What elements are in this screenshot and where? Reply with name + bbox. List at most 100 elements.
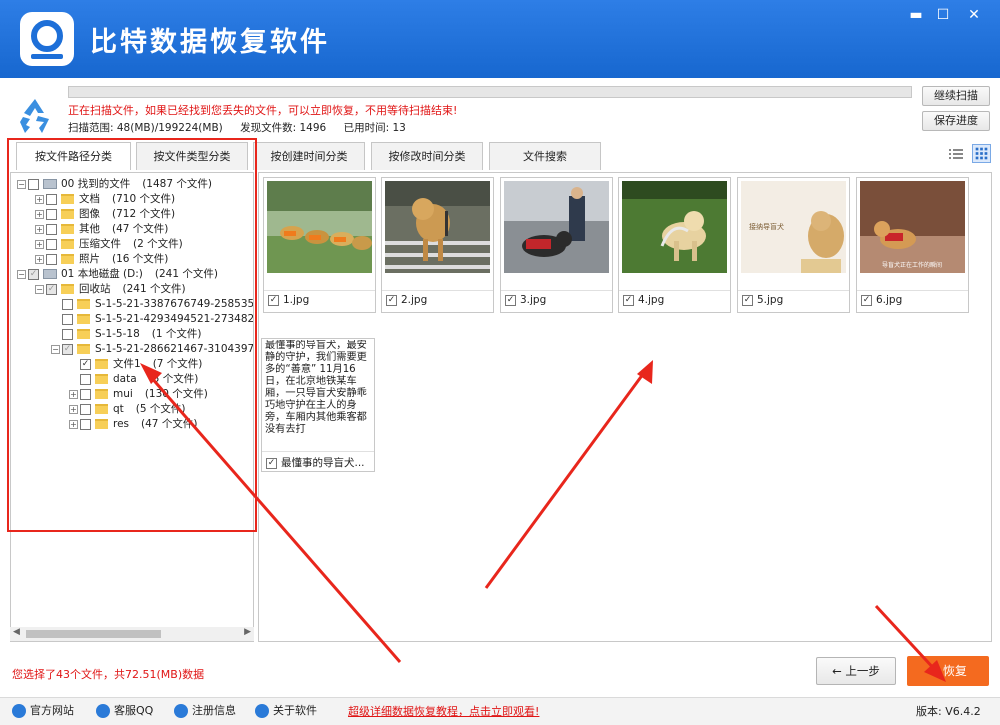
expand-toggle-icon[interactable]: + [69,404,78,414]
file-card[interactable]: ✓ 1.jpg [263,177,376,313]
expand-toggle-icon[interactable]: + [35,254,44,264]
expand-toggle-icon[interactable]: + [35,239,44,249]
expand-toggle-icon[interactable]: + [69,419,78,429]
tree-item[interactable]: S-1-5-21-4293494521-27348211 [51,312,253,327]
file-checkbox[interactable]: ✓ [266,457,277,469]
file-checkbox[interactable]: ✓ [505,294,516,306]
tree-checkbox[interactable] [28,178,39,190]
about-link[interactable]: 关于软件 [255,702,317,718]
tree-item[interactable]: ✓ 文件1 (7 个文件) [69,357,202,372]
tutorial-link[interactable]: 超级详细数据恢复教程，点击立即观看! [348,703,539,719]
tree-item[interactable]: + 其他 (47 个文件) [35,222,168,237]
file-checkbox[interactable]: ✓ [386,294,397,306]
tree-checkbox[interactable] [46,208,57,220]
tree-item[interactable]: − 00 找到的文件 (1487 个文件) [17,177,212,192]
tree-checkbox[interactable] [62,313,73,325]
tree-checkbox[interactable]: ✓ [62,343,73,355]
tree-item[interactable]: + mui (130 个文件) [69,387,208,402]
scroll-left-icon[interactable]: ◀ [13,627,20,637]
recover-button[interactable]: ⟳ 恢复 [907,656,989,686]
expand-toggle-icon[interactable]: + [69,389,78,399]
save-progress-button[interactable]: 保存进度 [922,111,990,131]
tree-item-count: (712 个文件) [112,208,176,220]
file-card[interactable]: 接纳导盲犬 ✓ 5.jpg [737,177,850,313]
tree-checkbox[interactable]: ✓ [28,268,39,280]
tree-item-count: (241 个文件) [122,283,186,295]
expand-toggle-icon[interactable]: − [35,284,44,294]
qq-support-link[interactable]: 客服QQ [96,702,153,718]
text-file-card[interactable]: 最懂事的导盲犬，最安静的守护，我们需要更多的“善意” 11月16日，在北京地铁某… [261,338,375,472]
tree-item[interactable]: + res (47 个文件) [69,417,197,432]
tab-by-type[interactable]: 按文件类型分类 [136,142,248,170]
tree-item[interactable]: − ✓ 01 本地磁盘 (D:) (241 个文件) [17,267,218,282]
tree-checkbox[interactable]: ✓ [46,283,57,295]
tree-item[interactable]: + 文档 (710 个文件) [35,192,175,207]
tree-item-label: 图像 [79,208,100,220]
file-checkbox[interactable]: ✓ [742,294,753,306]
scan-message: 正在扫描文件，如果已经找到您丢失的文件，可以立即恢复，不用等待扫描结束! [68,104,458,117]
file-checkbox[interactable]: ✓ [861,294,872,306]
minimize-button[interactable]: ▬ [904,4,928,26]
tree-item[interactable]: + 图像 (712 个文件) [35,207,175,222]
tree-checkbox[interactable] [80,418,91,430]
tree-horizontal-scrollbar[interactable]: ◀ ▶ [10,627,254,641]
expand-toggle-icon[interactable]: − [17,269,26,279]
tree-item[interactable]: + qt (5 个文件) [69,402,186,417]
maximize-button[interactable]: ☐ [931,4,955,26]
register-info-link[interactable]: 注册信息 [174,702,236,718]
tab-by-modified[interactable]: 按修改时间分类 [371,142,483,170]
tab-by-path[interactable]: 按文件路径分类 [16,142,131,170]
thumbnail-1 [267,181,372,273]
tree-checkbox[interactable] [46,223,57,235]
folder-icon [77,329,90,339]
tree-checkbox[interactable] [62,328,73,340]
expand-toggle-icon[interactable]: + [35,209,44,219]
tree-checkbox[interactable] [80,388,91,400]
tree-item[interactable]: data (5 个文件) [69,372,198,387]
tree-checkbox[interactable] [80,403,91,415]
expand-toggle-icon[interactable]: + [35,224,44,234]
tree-item[interactable]: − ✓ S-1-5-21-286621467-31043979-2 [51,342,254,357]
website-link[interactable]: 官方网站 [12,702,74,718]
tree-item-label: 回收站 [79,283,111,295]
scrollbar-thumb[interactable] [26,630,161,638]
tree-item[interactable]: − ✓ 回收站 (241 个文件) [35,282,186,297]
tree-item-label: S-1-5-21-286621467-31043979-2 [95,343,254,355]
tree-checkbox[interactable] [62,298,73,310]
continue-scan-button[interactable]: 继续扫描 [922,86,990,106]
tree-item[interactable]: S-1-5-18 (1 个文件) [51,327,201,342]
tree-item-label: res [113,418,130,430]
file-card[interactable]: ✓ 2.jpg [381,177,494,313]
thumbnail-caption: 接纳导盲犬 [749,222,784,231]
list-view-icon[interactable] [948,146,964,162]
file-checkbox[interactable]: ✓ [268,294,279,306]
expand-toggle-icon[interactable]: − [17,179,26,189]
file-card[interactable]: ✓ 4.jpg [618,177,731,313]
previous-step-button[interactable]: ← 上一步 [816,657,896,685]
tree-checkbox[interactable]: ✓ [80,358,91,370]
file-card[interactable]: ✓ 3.jpg [500,177,613,313]
close-button[interactable]: ✕ [962,4,986,26]
grid-view-icon[interactable] [972,144,991,163]
tree-item[interactable]: S-1-5-21-3387676749-25853587 [51,297,254,312]
tree-checkbox[interactable] [46,193,57,205]
tree-checkbox[interactable] [46,238,57,250]
file-checkbox[interactable]: ✓ [623,294,634,306]
tree-checkbox[interactable] [46,253,57,265]
tree-item-label: 文档 [79,193,100,205]
expand-toggle-icon[interactable]: + [35,194,44,204]
scroll-right-icon[interactable]: ▶ [244,627,251,637]
expand-toggle-icon[interactable]: − [51,344,60,354]
tab-by-created[interactable]: 按创建时间分类 [253,142,365,170]
tree-item[interactable]: + 压缩文件 (2 个文件) [35,237,183,252]
tree-item-label: S-1-5-21-3387676749-25853587 [95,298,254,310]
tree-checkbox[interactable] [80,373,91,385]
tree-item[interactable]: + 照片 (16 个文件) [35,252,168,267]
folder-icon [95,419,108,429]
tab-file-search[interactable]: 文件搜索 [489,142,601,170]
tree-item-label: 文件1 [113,358,141,370]
folder-icon [95,359,108,369]
tree-item-label: 其他 [79,223,100,235]
folder-icon [77,314,90,324]
file-card[interactable]: 导盲犬正在工作的瞬间 ✓ 6.jpg [856,177,969,313]
